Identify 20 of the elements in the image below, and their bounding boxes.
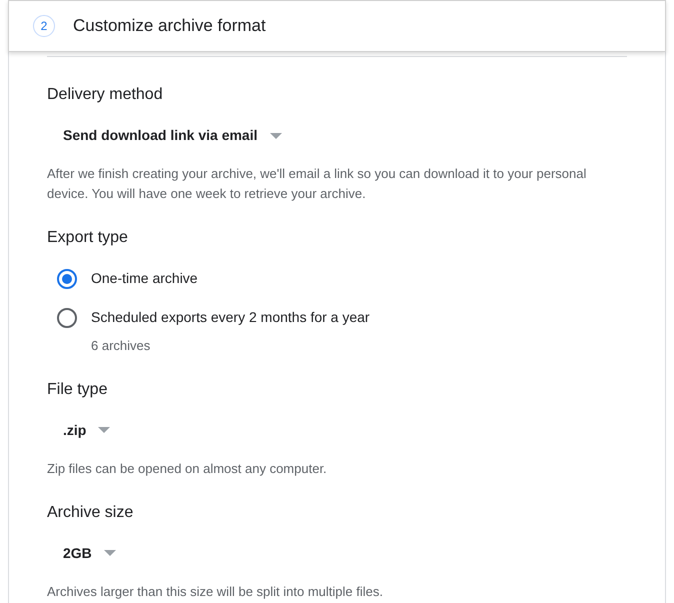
help-text: Zip files can be opened on almost any computer.	[47, 460, 328, 478]
step-title: Customize archive format	[73, 15, 266, 38]
step-number: 2	[33, 15, 55, 37]
caret-icon	[98, 427, 110, 433]
radio-label: One-time archive	[91, 269, 198, 288]
section-heading: Delivery method	[47, 85, 164, 105]
radio-label: Scheduled exports every 2 months for a year	[91, 308, 370, 327]
dropdown[interactable]: Send download link via email	[47, 125, 282, 146]
dropdown[interactable]: 2GB	[47, 542, 116, 564]
caret-icon	[104, 550, 116, 556]
section-heading: Export type	[47, 228, 129, 248]
option-note: 6 archives	[90, 337, 152, 355]
section-heading: Archive size	[47, 502, 134, 522]
dropdown[interactable]: .zip	[47, 420, 110, 440]
help-text: Archives larger than this size will be split into multiple files.	[47, 582, 384, 601]
radio-button[interactable]	[57, 268, 77, 288]
section-heading: File type	[47, 380, 108, 400]
radio-button[interactable]	[57, 308, 77, 328]
caret-icon	[270, 132, 282, 138]
help-text: After we finish creating your archive, we'll email a link so you can download it to your personal device. You will have one week to retrieve your archive.	[47, 165, 588, 203]
